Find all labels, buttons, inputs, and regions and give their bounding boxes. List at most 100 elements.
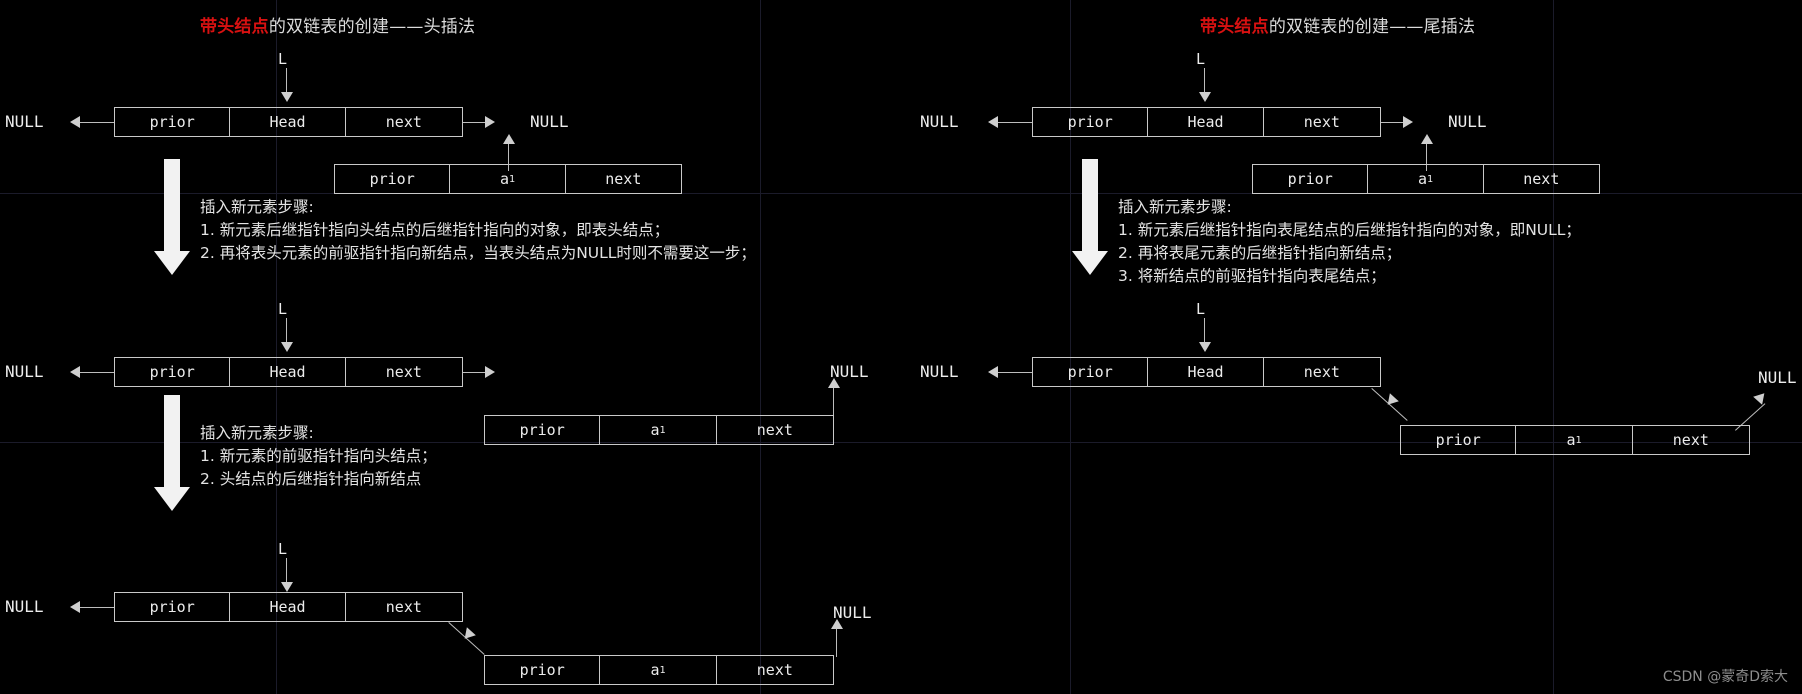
arrow-down-icon	[281, 92, 293, 102]
node-prior-cell: prior	[1033, 358, 1149, 386]
node-data-cell: a1	[600, 656, 717, 684]
arrow-left-icon	[70, 601, 80, 613]
right-stage1-new-node: prior a1 next	[1252, 164, 1600, 194]
grid-line	[276, 0, 277, 694]
steps-item: 3. 将新结点的前驱指针指向表尾结点；	[1118, 267, 1386, 285]
watermark: CSDN @蒙奇D索大	[1662, 669, 1788, 685]
node-next-cell: next	[1523, 170, 1560, 188]
grid-line	[760, 0, 761, 694]
left-flow-arrow-2	[154, 395, 190, 511]
node-data-cell: Head	[1148, 358, 1264, 386]
right-stage2-pointer-label: L	[1196, 300, 1206, 318]
left-stage1-pointer-label: L	[278, 50, 288, 68]
node-prior-cell: prior	[1033, 108, 1149, 136]
right-stage2-null-left: NULL	[920, 362, 959, 381]
steps-item: 2. 再将表头元素的前驱指针指向新结点，当表头结点为NULL时则不需要这一步；	[200, 244, 756, 262]
node-next-cell: next	[605, 170, 642, 188]
left-stage1-pointer-line	[286, 68, 287, 94]
right-title: 带头结点的双链表的创建——尾插法	[1200, 12, 1475, 37]
node-prior-cell: prior	[485, 416, 601, 444]
arrow-up-icon	[831, 619, 843, 629]
left-stage2-new-node: prior a1 next	[484, 415, 834, 445]
steps-item: 2. 头结点的后继指针指向新结点	[200, 470, 422, 488]
node-prior-cell: prior	[115, 358, 231, 386]
arrow-left-icon	[988, 366, 998, 378]
left-stage1-next-line	[463, 122, 487, 123]
left-stage2-pointer-label: L	[278, 300, 288, 318]
arrow-down-icon	[1199, 342, 1211, 352]
left-stage1-head-node: prior Head next	[114, 107, 463, 137]
right-stage2-null-right: NULL	[1758, 368, 1797, 387]
left-title: 带头结点的双链表的创建——头插法	[200, 12, 475, 37]
arrow-up-icon	[1753, 389, 1769, 405]
right-stage1-null-left-line	[996, 122, 1032, 123]
left-steps-1: 插入新元素步骤: 1. 新元素后继指针指向头结点的后继指针指向的对象，即表头结点…	[200, 196, 756, 265]
left-stage3-null-left-line	[78, 607, 114, 608]
left-stage2-null-left-line	[78, 372, 114, 373]
left-stage1-null-right: NULL	[530, 112, 569, 131]
node-prior-cell: prior	[485, 656, 601, 684]
right-stage1-pointer-label: L	[1196, 50, 1206, 68]
arrow-left-icon	[70, 116, 80, 128]
node-next-cell: next	[756, 421, 793, 439]
arrow-right-icon	[1403, 116, 1413, 128]
right-stage2-pointer-line	[1204, 318, 1205, 344]
arrow-left-icon	[70, 366, 80, 378]
node-prior-cell: prior	[115, 108, 231, 136]
right-title-rest: 的双链表的创建——尾插法	[1268, 17, 1476, 37]
left-stage2-next-line	[463, 372, 487, 373]
steps-item: 1. 新元素后继指针指向头结点的后继指针指向的对象，即表头结点；	[200, 221, 670, 239]
left-stage3-null-left: NULL	[5, 597, 44, 616]
steps-heading: 插入新元素步骤:	[200, 198, 314, 216]
arrow-up-icon	[1421, 134, 1433, 144]
left-stage1-null-left: NULL	[5, 112, 44, 131]
node-prior-cell: prior	[1253, 165, 1369, 193]
right-title-highlight: 带头结点	[1200, 17, 1269, 37]
arrow-up-icon	[503, 134, 515, 144]
left-title-rest: 的双链表的创建——头插法	[268, 17, 476, 37]
right-stage2-null-left-line	[996, 372, 1032, 373]
left-title-highlight: 带头结点	[200, 17, 269, 37]
steps-item: 1. 新元素的前驱指针指向头结点；	[200, 447, 437, 465]
left-stage1-new-node: prior a1 next	[334, 164, 682, 194]
arrow-right-icon	[485, 116, 495, 128]
arrow-down-icon	[460, 627, 476, 643]
node-prior-cell: prior	[115, 593, 231, 621]
node-data-cell: a1	[1516, 426, 1633, 454]
arrow-up-icon	[828, 378, 840, 388]
right-stage1-null-left: NULL	[920, 112, 959, 131]
steps-item: 1. 新元素后继指针指向表尾结点的后继指针指向的对象，即NULL；	[1118, 221, 1581, 239]
left-stage2-tail-null-line	[833, 386, 834, 418]
arrow-down-icon	[1199, 92, 1211, 102]
arrow-down-icon	[1383, 393, 1399, 409]
right-stage1-pointer-line	[1204, 68, 1205, 94]
node-next-cell: next	[756, 661, 793, 679]
left-stage3-head-node: prior Head next	[114, 592, 463, 622]
node-prior-cell: prior	[335, 165, 451, 193]
grid-line	[1553, 0, 1554, 694]
steps-item: 2. 再将表尾元素的后继指针指向新结点；	[1118, 244, 1402, 262]
node-next-cell: next	[385, 363, 422, 381]
left-steps-2: 插入新元素步骤: 1. 新元素的前驱指针指向头结点； 2. 头结点的后继指针指向…	[200, 422, 437, 491]
arrow-right-icon	[485, 366, 495, 378]
right-steps-1: 插入新元素步骤: 1. 新元素后继指针指向表尾结点的后继指针指向的对象，即NUL…	[1118, 196, 1581, 288]
node-next-cell: next	[1303, 363, 1340, 381]
left-stage2-head-node: prior Head next	[114, 357, 463, 387]
steps-heading: 插入新元素步骤:	[1118, 198, 1232, 216]
steps-heading: 插入新元素步骤:	[200, 424, 314, 442]
node-data-cell: Head	[230, 593, 346, 621]
right-stage1-null-right: NULL	[1448, 112, 1487, 131]
node-prior-cell: prior	[1401, 426, 1517, 454]
left-stage2-pointer-line	[286, 318, 287, 344]
arrow-left-icon	[988, 116, 998, 128]
arrow-down-icon	[281, 582, 293, 592]
right-stage2-new-node: prior a1 next	[1400, 425, 1750, 455]
left-stage1-null-left-line	[78, 122, 114, 123]
node-next-cell: next	[385, 113, 422, 131]
arrow-down-icon	[281, 342, 293, 352]
node-data-cell: a1	[1368, 165, 1484, 193]
right-stage2-head-node: prior Head next	[1032, 357, 1381, 387]
node-data-cell: a1	[450, 165, 566, 193]
left-flow-arrow-1	[154, 159, 190, 275]
right-stage1-next-line	[1381, 122, 1405, 123]
